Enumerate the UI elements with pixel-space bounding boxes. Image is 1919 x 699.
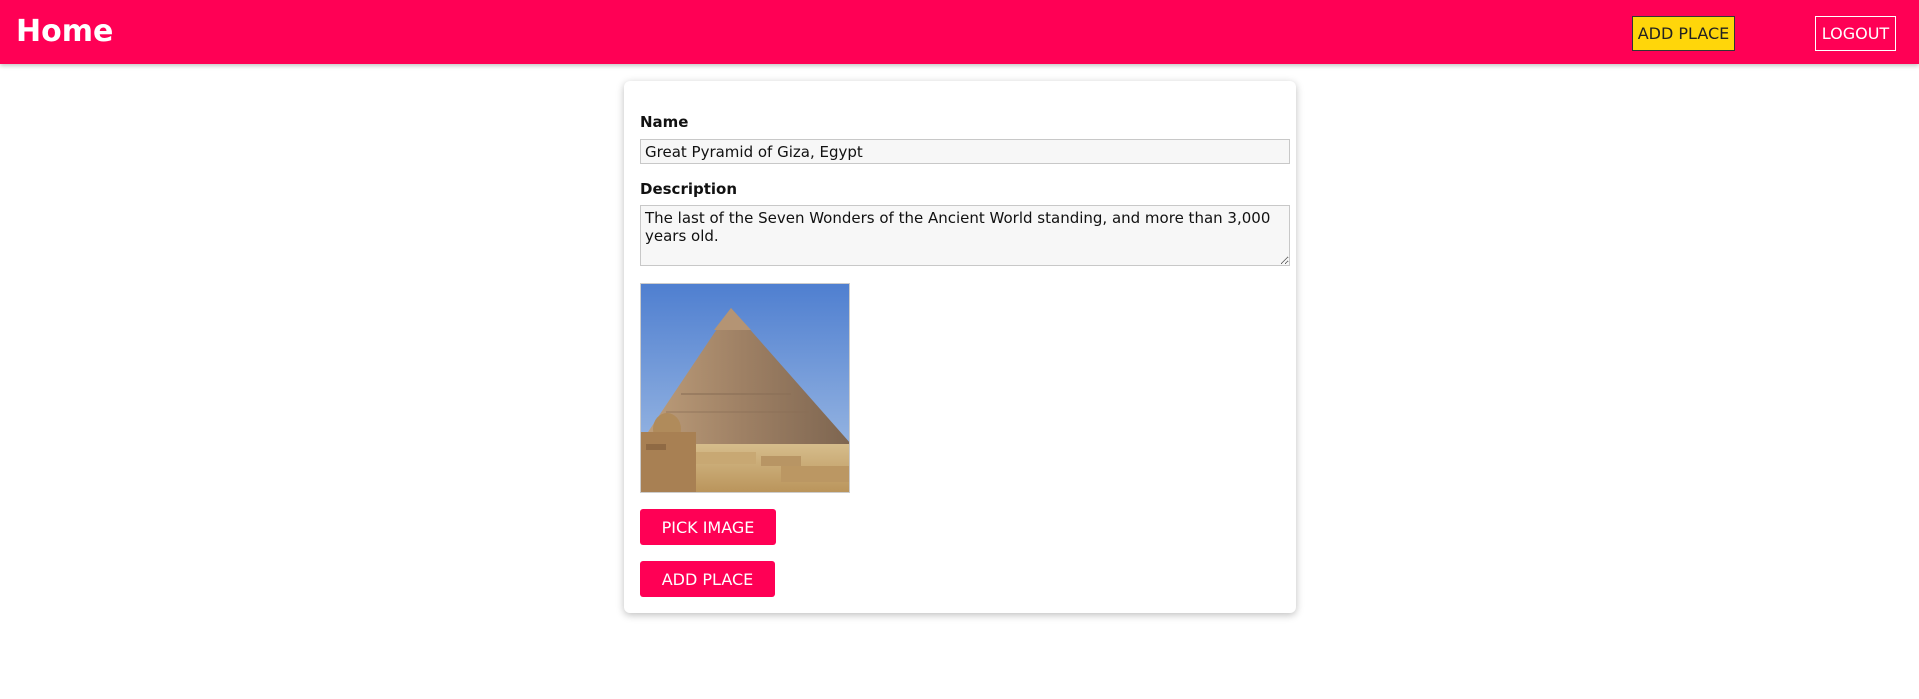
name-input[interactable]: [640, 139, 1290, 164]
add-place-form: Name Description The last of the Seven W…: [624, 81, 1296, 613]
header-add-place-button[interactable]: ADD PLACE: [1632, 16, 1735, 51]
app-header: Home ADD PLACE LOGOUT: [0, 0, 1919, 64]
name-label: Name: [640, 113, 689, 131]
image-preview: [640, 283, 850, 493]
description-label: Description: [640, 180, 738, 198]
page-title: Home: [16, 14, 114, 49]
pick-image-button[interactable]: PICK IMAGE: [640, 509, 776, 545]
description-textarea[interactable]: The last of the Seven Wonders of the Anc…: [640, 205, 1290, 266]
pyramid-image: [641, 284, 849, 492]
logout-button[interactable]: LOGOUT: [1815, 16, 1896, 51]
add-place-submit-button[interactable]: ADD PLACE: [640, 561, 775, 597]
